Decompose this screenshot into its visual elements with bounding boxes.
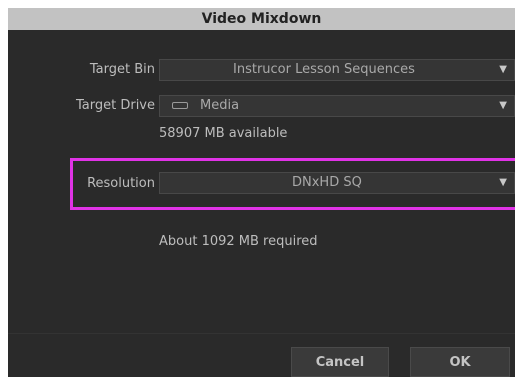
dialog-titlebar[interactable]: Video Mixdown [8,8,515,30]
target-drive-label: Target Drive [75,98,155,113]
cancel-button[interactable]: Cancel [291,347,389,377]
drive-icon [172,102,188,109]
dialog-title: Video Mixdown [201,11,322,27]
size-required-text: About 1092 MB required [159,234,318,249]
ok-button[interactable]: OK [410,347,510,377]
footer-divider [8,333,515,334]
target-bin-dropdown[interactable]: Instrucor Lesson Sequences ▼ [159,59,515,81]
target-bin-label: Target Bin [89,62,155,77]
resolution-dropdown[interactable]: DNxHD SQ ▼ [159,172,515,194]
dropdown-arrow-icon: ▼ [499,100,507,111]
resolution-value: DNxHD SQ [292,175,362,190]
target-bin-value: Instrucor Lesson Sequences [233,62,415,77]
resolution-label: Resolution [87,176,155,191]
video-mixdown-dialog: Video Mixdown Target Bin Instrucor Lesso… [8,8,515,377]
dropdown-arrow-icon: ▼ [499,177,507,188]
dropdown-arrow-icon: ▼ [499,64,507,75]
drive-available-text: 58907 MB available [159,126,288,141]
target-drive-dropdown[interactable]: Media ▼ [159,95,515,117]
target-drive-value: Media [200,98,240,113]
